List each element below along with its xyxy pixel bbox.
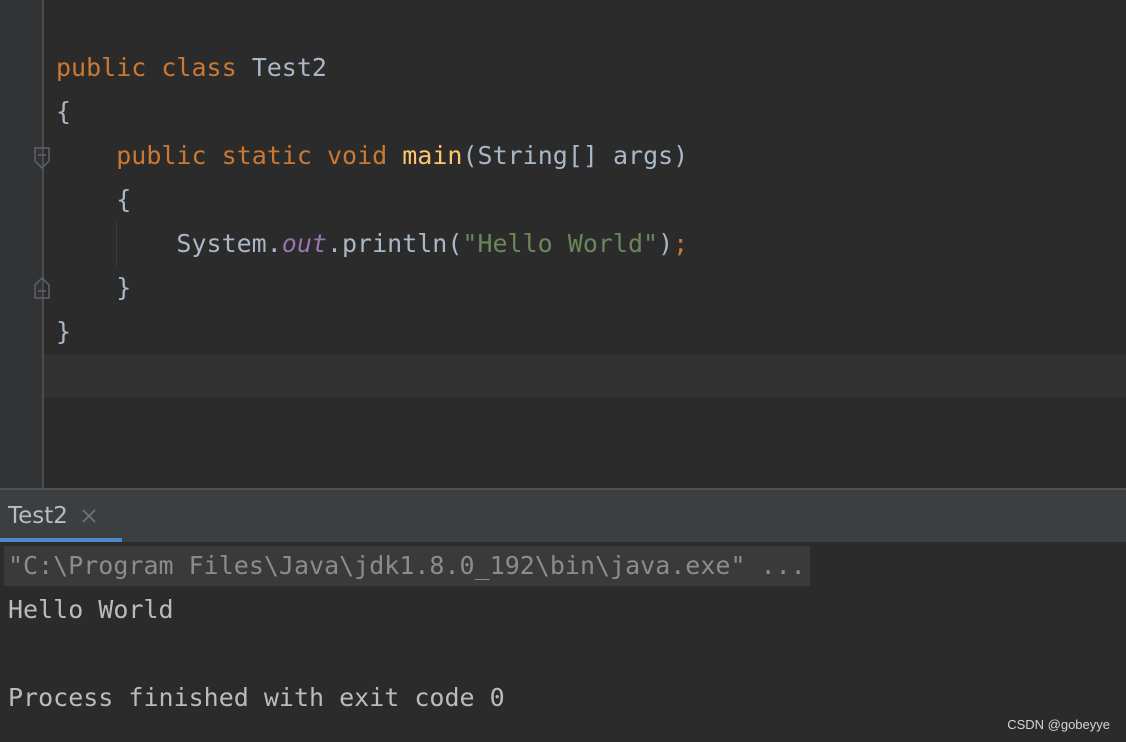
code-token: public: [56, 53, 147, 82]
run-console[interactable]: "C:\Program Files\Java\jdk1.8.0_192\bin\…: [0, 542, 1126, 742]
code-token: }: [56, 317, 72, 346]
code-token: static: [221, 141, 312, 170]
code-token: ;: [673, 229, 689, 258]
code-token: class: [161, 53, 237, 82]
tab-run-test2[interactable]: Test2: [0, 490, 122, 542]
gutter-divider: [42, 0, 44, 488]
console-output-line: Hello World: [8, 595, 174, 624]
run-tool-window-header: Test2: [0, 490, 1126, 542]
code-token: .println(: [326, 229, 463, 258]
fold-open-icon[interactable]: [34, 147, 50, 169]
code-line-4[interactable]: {: [56, 178, 131, 222]
code-line-6[interactable]: }: [56, 266, 131, 310]
watermark: CSDN @gobeyye: [1007, 717, 1110, 732]
code-editor[interactable]: public class Test2 { public static void …: [0, 0, 1126, 488]
code-line-5[interactable]: System.out.println("Hello World");: [56, 222, 688, 266]
code-token: System.: [56, 229, 282, 258]
run-tab-label: Test2: [8, 503, 68, 529]
code-line-2[interactable]: {: [56, 90, 71, 134]
editor-gutter: [0, 0, 42, 488]
code-token: main: [402, 141, 463, 170]
console-exit-message: Process finished with exit code 0: [8, 683, 505, 712]
console-command-line[interactable]: "C:\Program Files\Java\jdk1.8.0_192\bin\…: [4, 546, 810, 586]
code-token: {: [56, 97, 72, 126]
code-token: Test2: [236, 53, 327, 82]
code-line-3[interactable]: public static void main(String[] args): [56, 134, 688, 178]
code-token: ): [658, 229, 674, 258]
code-token: public: [116, 141, 207, 170]
code-token: }: [56, 273, 132, 302]
code-token: (String[] args): [462, 141, 689, 170]
close-icon[interactable]: [80, 507, 98, 525]
code-token: "Hello World": [462, 229, 659, 258]
code-token: out: [281, 229, 327, 258]
fold-close-icon[interactable]: [34, 277, 50, 299]
code-token: {: [56, 185, 132, 214]
code-line-7[interactable]: }: [56, 310, 71, 354]
code-token: void: [326, 141, 388, 170]
code-line-1[interactable]: public class Test2: [56, 46, 327, 90]
current-line-highlight: [44, 354, 1126, 398]
